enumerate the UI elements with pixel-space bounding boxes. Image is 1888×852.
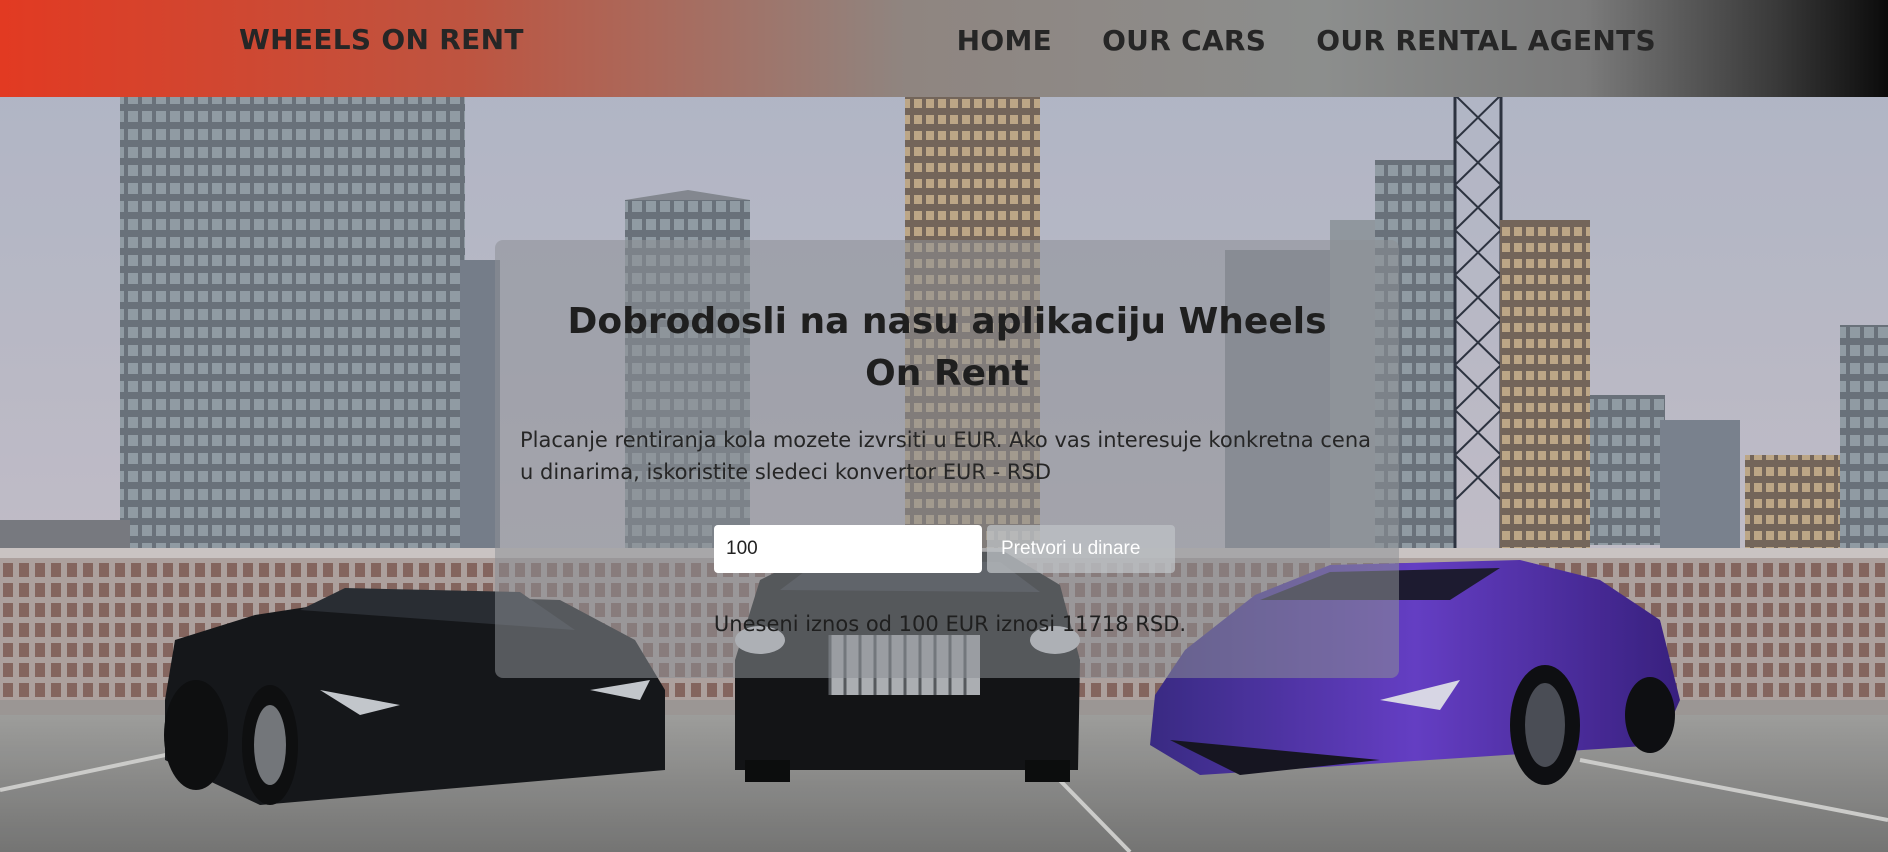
navbar: WHEELS ON RENT HOME OUR CARS OUR RENTAL …	[0, 0, 1888, 97]
conversion-result: Uneseni iznos od 100 EUR iznosi 11718 RS…	[713, 612, 1187, 636]
nav-link-our-cars[interactable]: OUR CARS	[1102, 24, 1266, 57]
nav-link-home[interactable]: HOME	[957, 24, 1052, 57]
welcome-panel: Dobrodosli na nasu aplikaciju Wheels On …	[495, 240, 1399, 678]
welcome-description: Placanje rentiranja kola mozete izvrsiti…	[520, 428, 1371, 484]
eur-amount-input[interactable]	[714, 525, 982, 573]
brand-logo[interactable]: WHEELS ON RENT	[239, 23, 524, 56]
nav-links: HOME OUR CARS OUR RENTAL AGENTS	[957, 24, 1656, 57]
nav-link-our-rental-agents[interactable]: OUR RENTAL AGENTS	[1316, 24, 1656, 57]
welcome-title: Dobrodosli na nasu aplikaciju Wheels On …	[567, 301, 1327, 394]
convert-to-dinars-button[interactable]: Pretvori u dinare	[987, 525, 1175, 573]
